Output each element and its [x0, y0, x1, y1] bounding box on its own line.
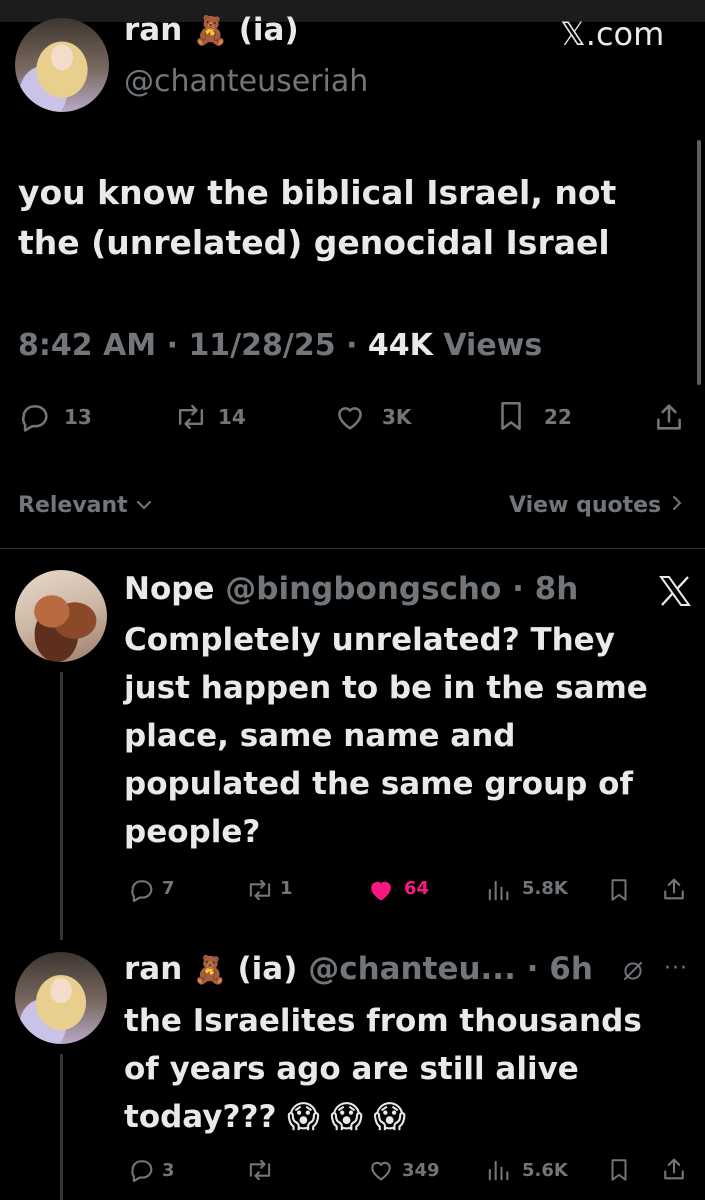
section-divider: [0, 548, 705, 549]
reply-2-like-icon[interactable]: [366, 1156, 396, 1184]
reply-2-reply-count: 3: [162, 1160, 175, 1181]
author-name-suffix: (ia): [238, 12, 299, 48]
reply-2-repost-icon[interactable]: [244, 1156, 276, 1184]
view-quotes-link[interactable]: View quotes: [509, 490, 685, 522]
repost-icon[interactable]: [172, 400, 210, 434]
bookmark-icon[interactable]: [494, 398, 528, 434]
reply-2-bookmark-icon[interactable]: [606, 1155, 632, 1185]
reply-2-reply-icon[interactable]: [128, 1156, 156, 1184]
tweet-time[interactable]: 8:42 AM: [18, 328, 156, 363]
tweet-views-label: Views: [443, 328, 543, 363]
more-options-icon[interactable]: ···: [664, 956, 688, 981]
chevron-down-icon: [135, 490, 153, 522]
reply-1-views-count: 5.8K: [522, 878, 568, 899]
reply-1-like-icon[interactable]: [366, 876, 396, 904]
reply-2-display-name: ran: [124, 951, 183, 987]
thread-line: [60, 1054, 63, 1200]
like-icon[interactable]: [332, 400, 368, 434]
reply-2-time: 6h: [549, 951, 593, 987]
reply-2-handle: @chanteu...: [308, 951, 516, 987]
reply-1-reply-count: 7: [162, 878, 175, 899]
reply-icon[interactable]: [18, 400, 52, 434]
tweet-text: you know the biblical Israel, not the (u…: [18, 173, 617, 262]
sort-dropdown[interactable]: Relevant: [18, 490, 153, 522]
tweet-date[interactable]: 11/28/25: [188, 328, 335, 363]
scrollbar[interactable]: [697, 140, 701, 385]
reply-1-avatar[interactable]: [15, 570, 107, 662]
repost-count: 14: [218, 405, 246, 429]
reply-1-display-name: Nope: [124, 571, 215, 607]
share-icon[interactable]: [652, 400, 686, 434]
chevron-right-icon: [669, 490, 685, 522]
author-handle[interactable]: @chanteuseriah: [124, 62, 368, 102]
reply-2-like-count: 349: [402, 1160, 440, 1181]
x-logo-icon: [658, 575, 692, 611]
reply-1-bookmark-icon[interactable]: [606, 875, 632, 905]
author-name-emoji: 🧸: [193, 14, 228, 47]
reply-2-views-count: 5.6K: [522, 1160, 568, 1181]
author-name-line[interactable]: ran 🧸 (ia): [124, 10, 299, 51]
reply-2-text: the Israelites from thousands of years a…: [124, 1003, 642, 1135]
reply-1-share-icon[interactable]: [660, 875, 688, 903]
tweet-views-count: 44K: [367, 328, 433, 363]
reply-2-views-icon[interactable]: [484, 1156, 512, 1184]
reply-2-share-icon[interactable]: [660, 1155, 688, 1183]
reply-1-reply-icon[interactable]: [128, 876, 156, 904]
reply-2-header[interactable]: ran 🧸 (ia) @chanteu... · 6h: [124, 948, 593, 992]
muted-icon: [620, 958, 646, 988]
reply-1-header[interactable]: Nope @bingbongscho · 8h: [124, 568, 578, 610]
sort-label: Relevant: [18, 493, 128, 518]
site-label: 𝕏.com: [560, 15, 665, 53]
reply-1-views-icon[interactable]: [484, 876, 512, 904]
author-avatar[interactable]: [15, 18, 109, 112]
reply-count: 13: [64, 405, 92, 429]
thread-line: [60, 672, 63, 940]
reply-2-name-emoji: 🧸: [193, 955, 227, 986]
reply-1-time: 8h: [534, 571, 579, 607]
tweet-meta: 8:42 AM · 11/28/25 · 44K Views: [18, 328, 543, 363]
reply-1-handle: @bingbongscho: [225, 571, 502, 607]
view-quotes-label: View quotes: [509, 493, 662, 518]
reply-2-name-suffix: (ia): [237, 951, 298, 987]
bookmark-count: 22: [544, 405, 572, 429]
author-display-name: ran: [124, 12, 183, 48]
reply-2-avatar[interactable]: [15, 952, 107, 1044]
reply-1-like-count: 64: [404, 878, 430, 899]
like-count: 3K: [382, 405, 412, 429]
reply-1-text: Completely unrelated? They just happen t…: [124, 622, 648, 850]
reply-1-repost-count: 1: [280, 878, 293, 899]
reply-1-repost-icon[interactable]: [244, 876, 276, 904]
